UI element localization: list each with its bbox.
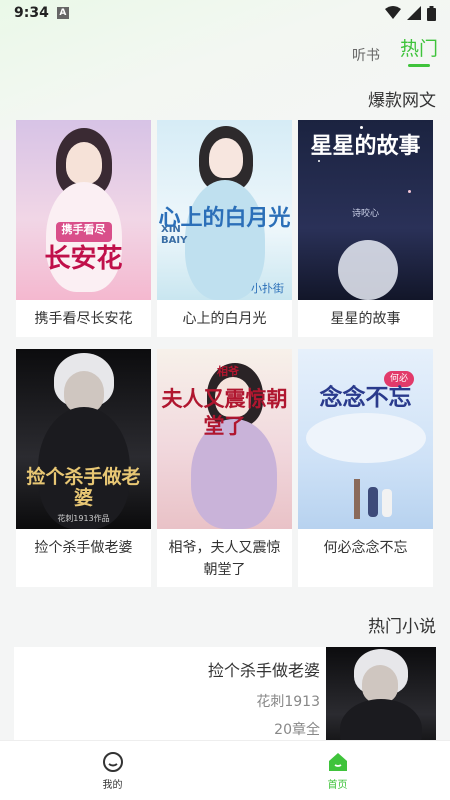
status-time: 9:34: [14, 5, 49, 21]
book-card[interactable]: 何必 念念不忘 何必念念不忘: [298, 349, 433, 587]
cover-star: [360, 126, 363, 129]
book-title: 携手看尽长安花: [34, 311, 133, 327]
book-title: 捡个杀手做老婆: [34, 540, 133, 556]
cover-star: [408, 190, 411, 193]
cover-top-text: 相爷: [217, 365, 239, 378]
cover-moon: [338, 240, 398, 300]
cover-main-text: 念念不忘: [319, 384, 412, 411]
book-card[interactable]: 捡个杀手做老婆 花刺1913作品 捡个杀手做老婆: [16, 349, 151, 587]
book-card[interactable]: XIN BAIY 心上的白月光 小扑街 心上的白月光: [157, 120, 292, 337]
cover-star: [318, 160, 320, 162]
cover-figure: [368, 487, 378, 517]
nav-label-mine: 我的: [102, 779, 123, 791]
smile-face-icon: [102, 751, 123, 772]
cover-moon: [306, 413, 426, 463]
cover-author: 诗咬心: [351, 209, 379, 219]
tab-listen[interactable]: 听书: [352, 45, 380, 65]
book-title: 相爷，夫人又震惊朝堂了: [168, 540, 281, 578]
cover-main-text: 心上的白月光: [158, 205, 291, 231]
book-card[interactable]: 相爷 夫人又震惊朝堂了 相爷，夫人又震惊朝堂了: [157, 349, 292, 587]
cover-figure-body: [340, 699, 422, 743]
list-item-author: 花刺1913: [256, 694, 320, 710]
status-bar: 9:34 A: [0, 0, 450, 26]
book-title: 星星的故事: [330, 311, 401, 327]
bottom-nav: 我的 首页: [0, 740, 450, 800]
cover-author: 花刺1913作品: [57, 514, 110, 523]
book-card[interactable]: 携手看尽 长安花 携手看尽长安花: [16, 120, 151, 337]
cover-main-text: 捡个杀手做老婆: [26, 466, 141, 509]
signal-icon: [407, 6, 421, 20]
cover-figure-face: [66, 142, 102, 184]
section-title-hot-web: 爆款网文: [368, 91, 436, 111]
cover-tree: [354, 479, 360, 519]
notification-icon: A: [56, 7, 69, 19]
cover-main-text: 夫人又震惊朝堂了: [161, 386, 288, 439]
list-item-text: 捡个杀手做老婆 花刺1913 20章全: [208, 657, 320, 747]
book-cover: XIN BAIY 心上的白月光 小扑街: [157, 120, 292, 300]
top-tabs: 听书 热门: [352, 34, 438, 65]
cover-figure-face: [362, 665, 398, 703]
cover-top-text: 携手看尽: [61, 223, 106, 236]
list-item-cover: [326, 647, 436, 743]
nav-item-mine[interactable]: 我的: [0, 741, 225, 800]
cover-figure: [382, 489, 392, 517]
nav-label-home: 首页: [327, 779, 348, 791]
cover-main-text: 长安花: [44, 244, 123, 274]
book-cover: 相爷 夫人又震惊朝堂了: [157, 349, 292, 529]
tab-hot[interactable]: 热门: [400, 34, 438, 65]
list-item[interactable]: 捡个杀手做老婆 花刺1913 20章全: [14, 647, 436, 743]
book-title: 何必念念不忘: [323, 540, 408, 556]
book-card[interactable]: 星星的故事 诗咬心 星星的故事: [298, 120, 433, 337]
cover-author: 小扑街: [251, 282, 284, 295]
list-item-chapters: 20章全: [274, 722, 320, 738]
book-grid: 携手看尽 长安花 携手看尽长安花 XIN BAIY 心上的白月光 小扑街 心上的…: [16, 120, 434, 587]
book-cover: 捡个杀手做老婆 花刺1913作品: [16, 349, 151, 529]
section-title-hot-novel: 热门小说: [368, 617, 436, 637]
wifi-icon: [385, 6, 401, 19]
book-cover: 携手看尽 长安花: [16, 120, 151, 300]
book-title: 心上的白月光: [182, 311, 267, 327]
nav-item-home[interactable]: 首页: [225, 741, 450, 800]
cover-main-text: 星星的故事: [310, 133, 421, 159]
battery-icon: [427, 5, 436, 21]
book-cover: 星星的故事 诗咬心: [298, 120, 433, 300]
list-item-title: 捡个杀手做老婆: [207, 661, 320, 680]
cover-figure-face: [209, 138, 243, 178]
home-icon: [328, 752, 347, 771]
book-cover: 何必 念念不忘: [298, 349, 433, 529]
